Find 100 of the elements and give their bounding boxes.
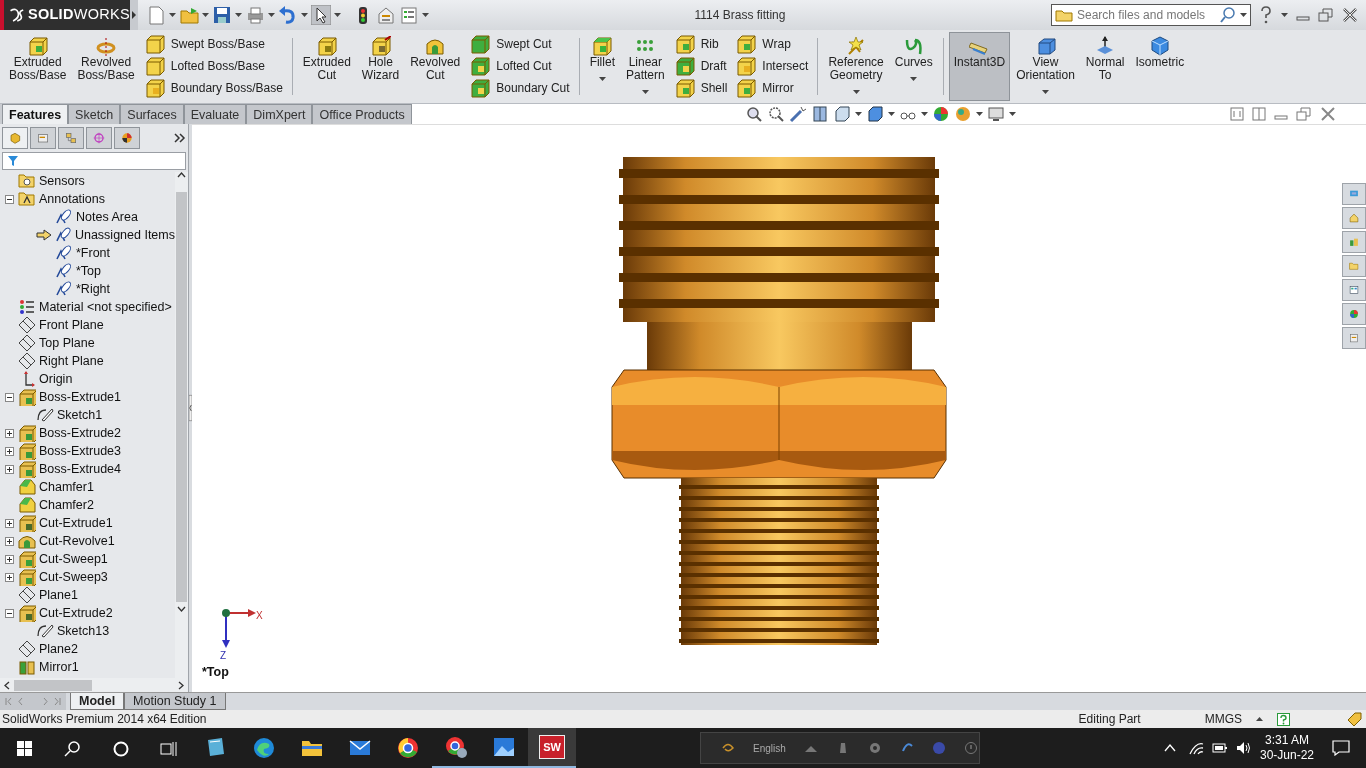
clipboard-icon[interactable] [376, 5, 396, 25]
tree-item[interactable]: Unassigned Items [74, 225, 175, 245]
collapse-icon[interactable] [5, 194, 14, 204]
expand-icon[interactable] [5, 446, 14, 456]
command-tab[interactable]: Surfaces [120, 104, 184, 124]
ribbon-button[interactable]: Lofted Boss/Base [140, 55, 287, 77]
tree-item[interactable]: Cut-Revolve1 [39, 531, 115, 551]
taskbar-button[interactable]: SW [528, 728, 576, 768]
battery-icon[interactable] [1211, 742, 1230, 754]
tree-item[interactable]: Boss-Extrude1 [39, 387, 121, 407]
expand-icon[interactable] [5, 536, 14, 546]
tree-item[interactable]: Boss-Extrude4 [39, 459, 121, 479]
ribbon-button[interactable]: Curves [889, 32, 938, 101]
tree-item[interactable]: Boss-Extrude2 [39, 423, 121, 443]
command-tab[interactable]: Office Products [312, 104, 412, 124]
section-icon[interactable] [811, 105, 830, 123]
ribbon-button[interactable]: Reference Geometry [823, 32, 889, 101]
ribbon-button[interactable]: Instant3D [948, 32, 1011, 101]
close-icon[interactable] [1320, 107, 1336, 121]
caret-icon[interactable] [202, 13, 209, 17]
ribbon-button[interactable]: Boundary Cut [466, 77, 574, 99]
caret-icon[interactable] [422, 13, 429, 17]
ribbon-button[interactable]: Swept Cut [466, 33, 574, 55]
tree-item[interactable]: Sketch1 [57, 405, 103, 425]
caret-icon[interactable] [855, 112, 863, 116]
expand-icon[interactable] [5, 554, 14, 564]
gear-icon[interactable] [867, 741, 882, 755]
restore-icon[interactable] [1318, 8, 1334, 22]
tree-item[interactable]: *Right [76, 279, 111, 299]
tree-item[interactable]: Material <not specified> [39, 297, 172, 317]
command-tab[interactable]: DimXpert [246, 104, 313, 124]
tree-item[interactable]: Origin [39, 369, 73, 389]
restore-icon[interactable] [1296, 107, 1312, 121]
chevron-up-icon[interactable] [1163, 744, 1176, 752]
expand-icon[interactable] [5, 572, 14, 582]
caret-icon[interactable] [334, 13, 341, 17]
panel-tab[interactable] [114, 127, 140, 149]
tree-item[interactable]: Plane2 [39, 639, 78, 659]
caret-up-icon[interactable] [1256, 717, 1263, 721]
scroll-left-icon[interactable] [4, 680, 10, 690]
scroll-up-icon[interactable] [177, 172, 186, 178]
tree-item[interactable]: Top Plane [39, 333, 95, 353]
tree-item[interactable]: Cut-Extrude1 [39, 513, 113, 533]
caret-icon[interactable] [976, 112, 984, 116]
ribbon-button[interactable]: Fillet [584, 32, 620, 101]
task-pane-tab[interactable] [1342, 279, 1366, 301]
chevron-icon[interactable] [174, 132, 186, 144]
tree-item[interactable]: Boss-Extrude3 [39, 441, 121, 461]
tree-item[interactable]: Plane1 [39, 585, 78, 605]
ribbon-button[interactable]: View Orientation [1011, 32, 1080, 101]
wand-icon[interactable] [789, 105, 808, 123]
help-icon[interactable] [1277, 712, 1290, 726]
tree-item[interactable]: Mirror1 [39, 657, 79, 677]
ribbon-button[interactable]: Linear Pattern [620, 32, 670, 101]
close-icon[interactable] [1342, 8, 1358, 22]
units-button[interactable]: MMGS [1204, 710, 1242, 728]
list-icon[interactable] [399, 5, 419, 25]
search-box[interactable]: Search files and models [1051, 4, 1251, 26]
caret-icon[interactable] [1281, 13, 1288, 17]
zoom-icon[interactable] [745, 105, 764, 123]
command-tab[interactable]: Features [2, 104, 69, 124]
expand-icon[interactable] [5, 428, 14, 438]
info-icon[interactable] [963, 741, 978, 755]
caret-icon[interactable] [1240, 13, 1247, 17]
caret-icon[interactable] [235, 13, 242, 17]
sphere-icon[interactable] [932, 105, 951, 123]
collapse-icon[interactable] [5, 608, 14, 618]
tag-icon[interactable] [1346, 712, 1362, 726]
ribbon-button[interactable]: Draft [670, 55, 732, 77]
collapse-icon[interactable] [5, 392, 14, 402]
ribbon-button[interactable]: Rib [670, 33, 732, 55]
caret-icon[interactable] [921, 112, 929, 116]
ribbon-button[interactable]: Mirror [732, 77, 813, 99]
ribbon-button[interactable]: Revolved Boss/Base [72, 32, 140, 101]
tree-item[interactable]: Notes Area [76, 207, 138, 227]
clock-time[interactable]: 3:31 AM [1264, 733, 1309, 748]
task-pane-tab[interactable] [1342, 303, 1366, 325]
filter-field[interactable] [2, 152, 186, 170]
notification-icon[interactable] [1332, 740, 1350, 756]
printer-icon[interactable] [245, 5, 265, 25]
tree-item[interactable]: Cut-Sweep1 [39, 549, 108, 569]
ribbon-button[interactable]: Isometric [1130, 32, 1190, 101]
cursor-icon[interactable] [311, 5, 331, 25]
monitor-icon[interactable] [987, 105, 1006, 123]
undo-icon[interactable] [278, 5, 298, 25]
expand-icon[interactable] [5, 518, 14, 528]
ribbon-button[interactable]: Normal To [1080, 32, 1130, 101]
tile-icon[interactable] [1252, 107, 1266, 121]
caret-icon[interactable] [268, 13, 275, 17]
tree-item[interactable]: Annotations [39, 189, 106, 209]
ribbon-button[interactable]: Shell [670, 77, 732, 99]
wifi-icon[interactable] [1187, 741, 1204, 755]
command-tab[interactable]: Evaluate [183, 104, 247, 124]
search-icon[interactable] [1220, 7, 1236, 23]
ribbon-button[interactable]: Extruded Cut [297, 32, 356, 101]
tree-item[interactable]: Sketch13 [57, 621, 110, 641]
tree-item[interactable]: Sensors [39, 172, 85, 191]
zoom-icon[interactable] [767, 105, 786, 123]
scroll-down-icon[interactable] [177, 606, 186, 612]
caret-icon[interactable] [1009, 112, 1017, 116]
